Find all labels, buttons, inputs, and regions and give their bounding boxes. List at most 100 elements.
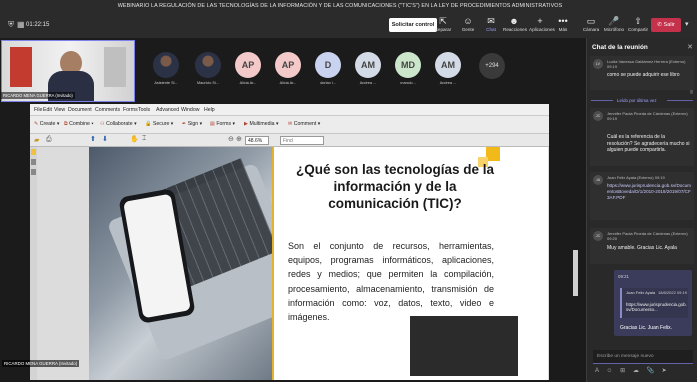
pdf-navigation-bar: ▰ ⎙ ⬆ ⬇ ✋ ⌶ ⊖ ⊕ 48.6% Find: [30, 134, 549, 147]
chat-message-header: Juan Felix Ayala (Externo) 09:19: [607, 175, 665, 180]
pdf-menu-tools[interactable]: Tools: [138, 107, 150, 113]
chevron-down-icon: ▾: [274, 121, 279, 127]
zoom-in-icon[interactable]: ⊕: [236, 135, 242, 143]
zoom-out-icon[interactable]: ⊖: [228, 135, 234, 143]
pdf-tool-create[interactable]: ✎ Create ▾: [34, 121, 59, 127]
pdf-tool-combine[interactable]: ⧉ Combine ▾: [64, 121, 94, 128]
participant-tile[interactable]: AP Alicia Ar...: [273, 52, 303, 85]
quoted-message[interactable]: Juan Felix Ayala 18/8/2022 09:19 https:/…: [620, 288, 688, 318]
toolbar-people-button[interactable]: ☺ Gente: [457, 16, 479, 34]
toolbar-more-button[interactable]: ••• Más: [552, 16, 574, 34]
next-page-icon[interactable]: ⬇: [102, 135, 108, 143]
last-read-line: [667, 100, 693, 101]
pdf-toolbar: ✎ Create ▾ ⧉ Combine ▾ ⚇ Collaborate ▾ 🔒 Se…: [30, 116, 549, 134]
presenter-name: RICARDO MENA GUERRA (Invitado): [2, 360, 80, 367]
own-message-body: Gracias Lic. Juan Felix.: [620, 325, 672, 331]
participant-tile[interactable]: AP Alicia Ar...: [233, 52, 263, 85]
participant-tile[interactable]: AM Andrea ...: [433, 52, 463, 85]
pdf-tool-label: Collaborate: [106, 121, 133, 127]
apps-icon: +: [537, 16, 543, 26]
pdf-tool-label: Combine: [69, 121, 90, 127]
open-icon[interactable]: ▰: [34, 136, 39, 144]
pdf-menu-help[interactable]: Help: [204, 107, 215, 113]
chat-avatar: LV: [593, 59, 603, 69]
bookmarks-panel-icon[interactable]: [31, 169, 36, 175]
zoom-field[interactable]: 48.6%: [245, 136, 269, 145]
decor-square: [486, 147, 500, 161]
chat-message-body: Muy amable. Gracias Lic. Ayala: [607, 245, 677, 251]
participant-name: Alicia Ar...: [239, 81, 257, 85]
toolbar-chat-button[interactable]: ✉ Chat: [480, 16, 502, 34]
chat-message-link[interactable]: https://www.jurisprudencia.gob.sv/Docume…: [607, 183, 691, 200]
chat-compose-input[interactable]: Escribe un mensaje nuevo: [593, 350, 693, 364]
avatar: [195, 52, 221, 78]
grid-icon[interactable]: ▦: [17, 20, 25, 29]
quote-author: Juan Felix Ayala: [626, 290, 656, 295]
find-field[interactable]: Find: [280, 136, 324, 145]
toolbar-microphone-button[interactable]: 🎤 Micrófono: [603, 16, 625, 34]
participant-name: dorian l...: [320, 81, 336, 85]
pdf-tool-label: Create: [39, 121, 56, 127]
toolbar-reactions-button[interactable]: ☻ Reacciones: [503, 16, 528, 34]
toolbar-label: Reacciones: [503, 27, 528, 32]
toolbar-label: Aplicaciones: [529, 27, 555, 32]
participant-tile[interactable]: Mauricio Si...: [193, 52, 223, 85]
pdf-tool-collaborate[interactable]: ⚇ Collaborate ▾: [100, 121, 137, 127]
pages-panel-icon[interactable]: [31, 149, 36, 155]
pdf-tool-forms[interactable]: ▤ Forms ▾: [210, 121, 235, 127]
chat-message-header: Jennifer Paola Pineda de Cárdenas (Exter…: [607, 111, 688, 122]
pdf-menu-view[interactable]: View: [54, 107, 65, 113]
last-read-line: [591, 100, 613, 101]
pdf-menu-file[interactable]: File: [34, 107, 42, 113]
bookshelf-shape: [104, 47, 126, 87]
pdf-tool-label: Forms: [216, 121, 232, 127]
select-tool-icon[interactable]: ⌶: [142, 135, 146, 143]
close-icon[interactable]: ✕: [687, 43, 693, 51]
pdf-menu-comments[interactable]: Comments: [95, 107, 120, 113]
toolbar-share-button[interactable]: ⇧ Compartir: [627, 16, 649, 34]
slide-title: ¿Qué son las tecnologías de la informaci…: [295, 162, 495, 211]
participant-tile[interactable]: Asistente Si...: [151, 52, 181, 85]
pdf-scrollbar[interactable]: [573, 250, 578, 296]
participant-tile[interactable]: MD mancio...: [393, 52, 423, 85]
pdf-tool-multimedia[interactable]: ▶ Multimedia ▾: [244, 121, 279, 127]
more-participants-button[interactable]: +294: [479, 53, 505, 79]
flag-shape: [10, 47, 32, 87]
pdf-menu-edit[interactable]: Edit: [43, 107, 52, 113]
chevron-down-icon[interactable]: ▾: [685, 20, 689, 28]
share-icon: ⇧: [634, 16, 642, 26]
participant-name: mancio...: [400, 81, 416, 85]
pdf-menu-window[interactable]: Window: [181, 107, 199, 113]
prev-page-icon[interactable]: ⬆: [90, 135, 96, 143]
toolbar-popout-button[interactable]: ⇱ Separar: [432, 16, 454, 34]
leave-button[interactable]: ✆ Salir: [651, 18, 681, 32]
chat-message: JC Jennifer Paola Pineda de Cárdenas (Ex…: [590, 228, 694, 264]
chat-avatar: JC: [593, 111, 603, 121]
pdf-menu-document[interactable]: Document: [68, 107, 92, 113]
chat-message-header: Jennifer Paola Pineda de Cárdenas (Exter…: [607, 231, 688, 242]
quote-text: https://www.jurisprudencia.gob.sv/Docume…: [626, 302, 687, 313]
toolbar-camera-button[interactable]: ▭ Cámara: [580, 16, 602, 34]
reactions-icon: ☻: [509, 16, 519, 26]
print-icon[interactable]: ⎙: [46, 136, 52, 144]
pdf-tool-secure[interactable]: 🔒 Secure ▾: [145, 121, 173, 127]
meeting-title: WEBINARIO LA REGULACIÓN DE LAS TECNOLOGÍ…: [117, 3, 563, 9]
pdf-tool-sign[interactable]: ✒ Sign ▾: [182, 121, 202, 127]
chat-message-body: como se puede adquirir ese libro: [607, 72, 680, 78]
attachments-panel-icon[interactable]: [31, 159, 36, 165]
toolbar-apps-button[interactable]: + Aplicaciones: [529, 16, 555, 34]
pdf-menu-advanced[interactable]: Advanced: [156, 107, 179, 113]
participant-tile[interactable]: AM Andrea ...: [353, 52, 383, 85]
participant-tile[interactable]: Ddorian l...: [313, 52, 343, 85]
toolbar-label: Micrófono: [603, 27, 625, 32]
chat-message-body: Cuál es la referencia de la resolución? …: [607, 134, 690, 154]
people-icon: ☺: [463, 16, 473, 26]
toolbar-label: Gente: [461, 27, 475, 32]
request-control-button[interactable]: Solicitar control: [389, 18, 437, 32]
pdf-tool-comment[interactable]: ✉ Comment ▾: [288, 121, 320, 127]
self-video-name: RICARDO MENA GUERRA (Invitado): [1, 92, 75, 99]
own-message-time: 09:21: [618, 274, 629, 279]
hand-tool-icon[interactable]: ✋: [130, 135, 139, 143]
compose-toolbar-icons[interactable]: A ☺ ⊞ ☁ 📎 ➤: [595, 367, 670, 374]
pdf-menu-forms[interactable]: Forms: [123, 107, 138, 113]
